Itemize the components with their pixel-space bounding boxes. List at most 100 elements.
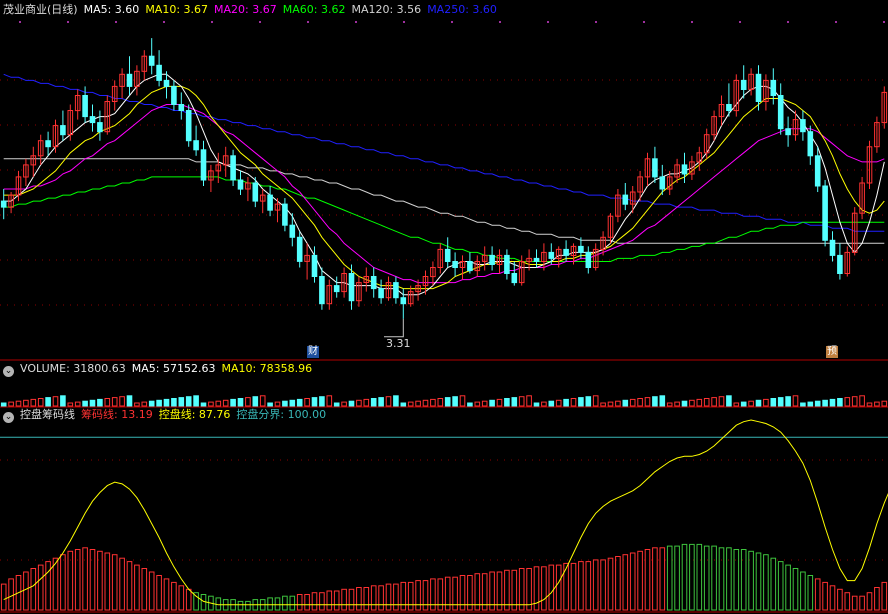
volume-bar <box>430 398 436 407</box>
main-panel-header: 茂业商业(日线) MA5: 3.60 MA10: 3.67 MA20: 3.67 MA6… <box>3 3 509 17</box>
grid-dot <box>787 21 789 23</box>
volume-bar <box>326 395 333 407</box>
stock-chart[interactable] <box>0 0 888 614</box>
chip-bar <box>837 588 843 611</box>
candle-down <box>777 95 784 130</box>
chip-bar <box>311 592 318 611</box>
chip-bar <box>82 547 88 611</box>
ma120-line <box>3 158 885 244</box>
candle-down <box>807 131 814 157</box>
chip-bar <box>518 568 525 611</box>
volume-ma10: MA10: 78358.96 <box>221 362 313 375</box>
volume-bar <box>792 395 799 407</box>
volume-bar <box>548 400 555 407</box>
chip-bar <box>111 554 118 611</box>
candle-down <box>126 73 133 87</box>
candle-down <box>681 164 688 175</box>
chevron-down-icon[interactable]: ⌄ <box>3 366 14 377</box>
volume-bar <box>370 398 377 407</box>
chip-bar <box>570 562 577 611</box>
candle-down <box>659 176 666 190</box>
chip-bar <box>134 564 140 611</box>
ma-legend-item: MA120: 3.56 <box>351 3 422 16</box>
chip-bar <box>400 581 407 611</box>
volume-bar <box>52 396 59 407</box>
volume-bar <box>800 402 806 407</box>
volume-bar <box>37 398 44 407</box>
volume-bar <box>881 400 888 407</box>
volume-bar <box>89 399 96 407</box>
candle-down <box>200 149 207 181</box>
chip-bar <box>755 552 762 611</box>
volume-bar <box>82 400 88 407</box>
volume-bar <box>45 397 51 407</box>
candle-down <box>289 224 296 238</box>
chip-bar <box>430 578 436 611</box>
volume-bar <box>8 401 14 407</box>
volume-bar <box>444 397 451 407</box>
volume-bar <box>807 401 814 407</box>
chip-bar <box>666 545 673 611</box>
volume-bar <box>763 398 769 407</box>
ma-legend-item: MA20: 3.67 <box>214 3 277 16</box>
chip-bar <box>770 557 777 611</box>
candle-down <box>97 122 103 133</box>
volume-bar <box>866 402 873 407</box>
volume-bar <box>652 396 658 407</box>
volume-bar <box>319 396 325 407</box>
ma250-line <box>3 73 885 232</box>
volume-bar <box>407 401 414 407</box>
chip-bar <box>74 549 81 611</box>
chip-bar <box>289 595 296 611</box>
volume-bar <box>467 402 473 407</box>
forecast-tag-icon[interactable]: 预 <box>826 346 838 358</box>
chip-bar <box>104 552 111 611</box>
grid-dot <box>307 21 309 23</box>
volume-bar <box>785 396 791 407</box>
volume-bar <box>185 396 192 407</box>
volume-bar <box>296 398 303 407</box>
volume-bar <box>696 398 703 407</box>
volume-bar <box>666 402 673 407</box>
volume-bar <box>496 398 503 407</box>
volume-bar <box>659 395 666 407</box>
candle-down <box>585 251 592 268</box>
candle-down <box>185 110 192 142</box>
chip-bar <box>393 583 399 611</box>
grid-dot <box>547 21 549 23</box>
candle-down <box>319 276 325 305</box>
volume-bar <box>193 395 199 407</box>
chip-bar <box>674 545 680 611</box>
candle-down <box>452 261 458 268</box>
candle-down <box>252 182 259 202</box>
volume-bar <box>141 401 148 407</box>
candle-down <box>444 248 451 262</box>
chip-bar <box>844 592 851 611</box>
volume-bar <box>770 398 777 407</box>
grid-dot <box>739 21 741 23</box>
volume-bar <box>274 401 281 407</box>
volume-bar <box>777 397 784 407</box>
grid-dot <box>451 21 453 23</box>
volume-bar <box>385 396 392 407</box>
volume-bar <box>15 400 22 407</box>
chevron-down-icon[interactable]: ⌄ <box>3 412 14 423</box>
volume-bar <box>171 398 177 407</box>
volume-bar <box>333 402 340 407</box>
volume-bar <box>156 399 162 407</box>
candle-down <box>755 73 762 103</box>
candle-down <box>489 254 495 265</box>
volume-bar <box>622 399 629 407</box>
volume-bar <box>452 396 458 407</box>
candle-down <box>740 79 747 91</box>
ma-legend-item: MA60: 3.62 <box>282 3 346 16</box>
chip-bar <box>8 578 14 611</box>
chip-bar <box>23 571 29 611</box>
candle-down <box>333 285 340 293</box>
grid-dot <box>67 21 69 23</box>
candle-down <box>563 248 569 256</box>
financial-report-tag-icon[interactable]: 财 <box>307 346 319 358</box>
grid-dot <box>691 21 693 23</box>
volume-bar <box>393 395 399 407</box>
chip-bar <box>126 561 133 611</box>
